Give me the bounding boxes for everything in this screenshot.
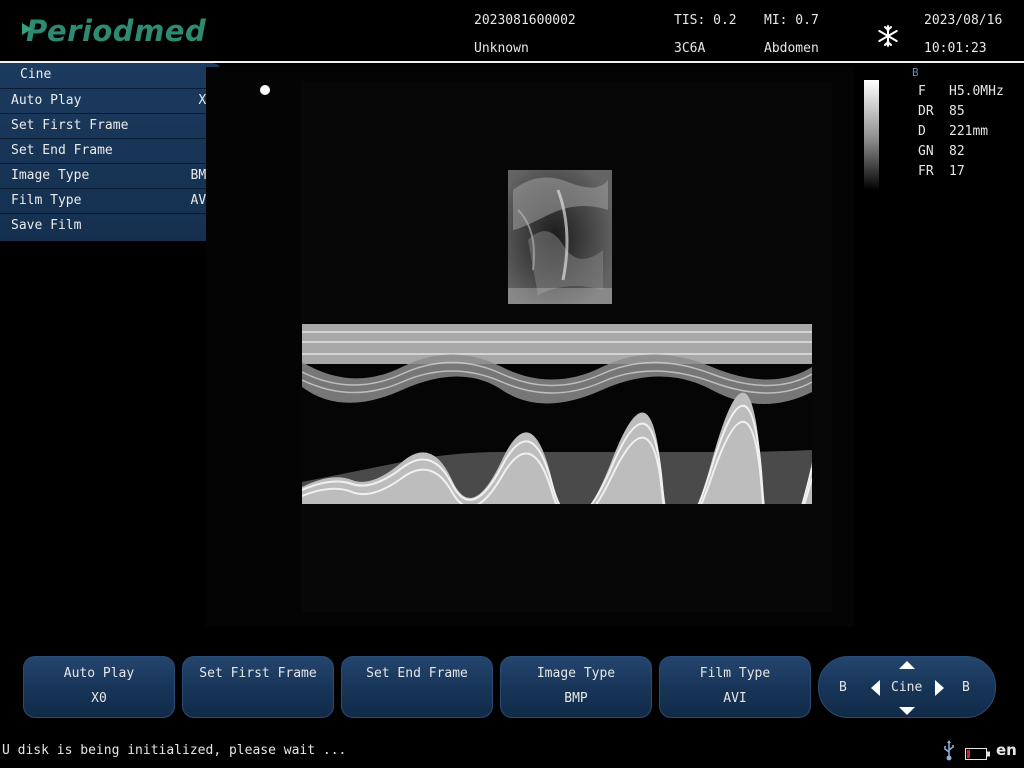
- set-end-frame-button[interactable]: Set End Frame: [341, 656, 493, 718]
- param-depth-key: D: [918, 124, 926, 139]
- menu-header: Cine: [0, 63, 222, 89]
- button-label: Set End Frame: [366, 666, 468, 681]
- menu-title: Cine: [20, 67, 52, 82]
- patient-id: 2023081600002: [474, 13, 576, 28]
- button-label: Set First Frame: [199, 666, 317, 681]
- param-frequency-value: H5.0MHz: [949, 84, 1004, 99]
- param-dr-value: 85: [949, 104, 965, 119]
- logo-triangle-icon: [22, 23, 32, 35]
- patient-name: Unknown: [474, 41, 529, 56]
- menu-item-label: Auto Play: [11, 93, 82, 108]
- grayscale-bar: [864, 80, 879, 190]
- param-dr-key: DR: [918, 104, 934, 119]
- arrow-down-icon[interactable]: [899, 707, 915, 715]
- param-depth-value: 221mm: [949, 124, 989, 139]
- language-indicator[interactable]: en: [996, 741, 1017, 759]
- mode-label: B: [912, 66, 919, 79]
- logo-text: Periodmed: [26, 14, 207, 48]
- menu-item-label: Set First Frame: [11, 118, 129, 133]
- button-label: Auto Play: [63, 666, 135, 681]
- menu-item-label: Save Film: [11, 218, 82, 233]
- tis-readout: TIS: 0.2: [674, 13, 737, 28]
- button-value: AVI: [723, 691, 747, 706]
- button-value: BMP: [564, 691, 588, 706]
- menu-item-label: Set End Frame: [11, 143, 113, 158]
- b-mode-reference-image: [508, 170, 612, 304]
- param-frequency-key: F: [918, 84, 926, 99]
- cine-nav-left-label: B: [839, 680, 847, 695]
- button-label: Image Type: [536, 666, 616, 681]
- auto-play-button[interactable]: Auto Play X0: [23, 656, 175, 718]
- status-message: U disk is being initialized, please wait…: [2, 743, 347, 758]
- menu-item-auto-play[interactable]: Auto Play X0: [0, 89, 222, 114]
- param-framerate-key: FR: [918, 164, 934, 179]
- param-gain-key: GN: [918, 144, 934, 159]
- probe-name: 3C6A: [674, 41, 706, 56]
- arrow-up-icon[interactable]: [899, 661, 915, 669]
- button-label: Film Type: [699, 666, 771, 681]
- menu-item-label: Image Type: [11, 168, 90, 183]
- set-first-frame-button[interactable]: Set First Frame: [182, 656, 334, 718]
- film-type-button[interactable]: Film Type AVI: [659, 656, 811, 718]
- param-framerate-value: 17: [949, 164, 965, 179]
- arrow-right-icon[interactable]: [935, 680, 944, 696]
- time-display: 10:01:23: [924, 41, 987, 56]
- usb-icon: [942, 740, 956, 762]
- arrow-left-icon[interactable]: [871, 680, 880, 696]
- cine-nav-center-label: Cine: [891, 680, 923, 695]
- orientation-marker: [260, 85, 270, 95]
- battery-icon: [965, 745, 991, 760]
- cine-navigation-control[interactable]: B Cine B: [818, 656, 996, 718]
- menu-item-set-end-frame[interactable]: Set End Frame: [0, 139, 222, 164]
- menu-item-film-type[interactable]: Film Type AVI: [0, 189, 222, 214]
- menu-item-save-film[interactable]: Save Film: [0, 214, 222, 238]
- image-type-button[interactable]: Image Type BMP: [500, 656, 652, 718]
- button-value: X0: [91, 691, 107, 706]
- m-mode-trace: [302, 322, 812, 504]
- date-display: 2023/08/16: [924, 13, 1003, 28]
- menu-item-label: Film Type: [11, 193, 82, 208]
- snowflake-icon: [876, 24, 900, 48]
- cine-nav-right-label: B: [962, 680, 970, 695]
- cine-menu: Cine Auto Play X0 Set First Frame Set En…: [0, 63, 222, 241]
- preset-name: Abdomen: [764, 41, 819, 56]
- mi-readout: MI: 0.7: [764, 13, 819, 28]
- brand-logo: Periodmed: [22, 14, 206, 48]
- menu-item-set-first-frame[interactable]: Set First Frame: [0, 114, 222, 139]
- param-gain-value: 82: [949, 144, 965, 159]
- menu-item-image-type[interactable]: Image Type BMP: [0, 164, 222, 189]
